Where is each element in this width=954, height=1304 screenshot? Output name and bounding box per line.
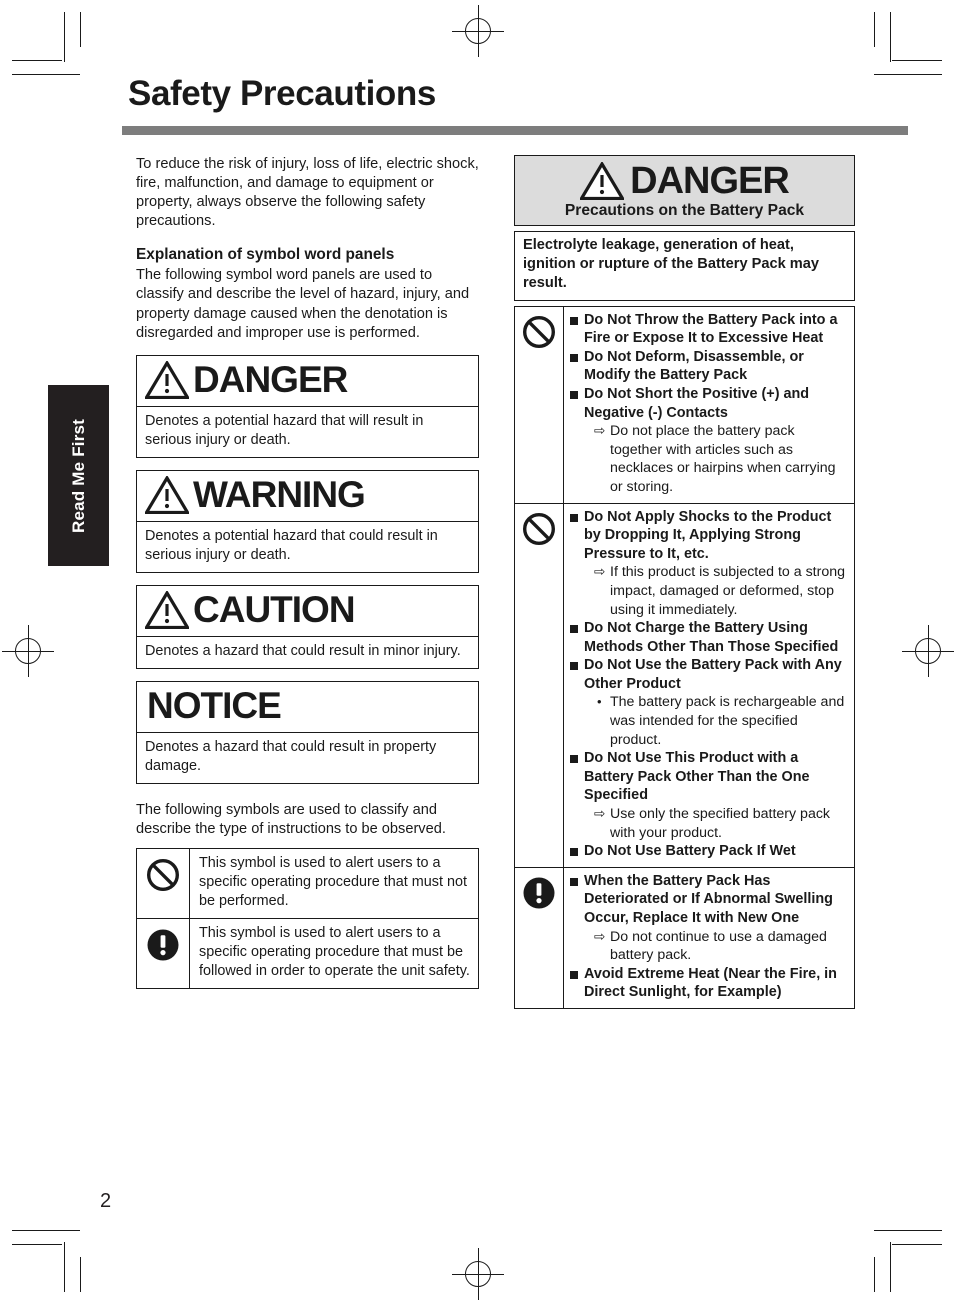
- word-panel-warning-head: WARNING: [137, 471, 478, 522]
- symbol-explanation-table: This symbol is used to alert users to a …: [136, 847, 479, 989]
- word-panel-notice: NOTICE Denotes a hazard that could resul…: [136, 680, 479, 784]
- side-tab-label: Read Me First: [68, 418, 88, 533]
- list-item-label: Do Not Use This Product with a Battery P…: [584, 750, 810, 804]
- list-item-label: Do Not Use Battery Pack If Wet: [584, 843, 796, 860]
- left-column: To reduce the risk of injury, loss of li…: [136, 155, 479, 989]
- table-row: Do Not Throw the Battery Pack into a Fir…: [514, 305, 855, 504]
- list-item-label: Do Not Throw the Battery Pack into a Fir…: [584, 311, 838, 347]
- list-item-label: Avoid Extreme Heat (Near the Fire, in Di…: [584, 965, 837, 1001]
- word-panel-danger-head: DANGER: [137, 356, 478, 407]
- danger-header-panel: DANGER Precautions on the Battery Pack: [514, 155, 855, 226]
- word-panel-danger-description: Denotes a potential hazard that will res…: [145, 412, 424, 448]
- list-item: Do Not Apply Shocks to the Product by Dr…: [570, 508, 848, 620]
- list-item-label: Do Not Apply Shocks to the Product by Dr…: [584, 508, 832, 562]
- symbol-cell-prohibition: [136, 847, 190, 919]
- danger-row-content-cell: When the Battery Pack Has Deteriorated o…: [563, 866, 855, 1009]
- word-panel-caution-head: CAUTION: [137, 586, 478, 637]
- danger-header-subtitle: Precautions on the Battery Pack: [564, 202, 805, 219]
- list-item: The battery pack is rechargeable and was…: [594, 693, 848, 749]
- list-item: Do Not Throw the Battery Pack into a Fir…: [570, 311, 848, 348]
- warning-triangle-icon: [145, 360, 189, 399]
- word-panel-caution-word: CAUTION: [193, 589, 356, 631]
- danger-subitem-list: Use only the specified battery pack with…: [584, 805, 848, 842]
- danger-row-icon-cell: [514, 305, 564, 504]
- danger-precautions-table: Do Not Throw the Battery Pack into a Fir…: [514, 305, 855, 1009]
- warning-triangle-icon: [580, 162, 625, 200]
- warning-triangle-icon: [145, 475, 189, 514]
- symbol-cell-mandatory: [136, 917, 190, 989]
- crop-mark-bottom-right: [842, 1212, 942, 1292]
- danger-subitem-list: Do not continue to use a damaged battery…: [584, 928, 848, 965]
- word-panel-notice-word: NOTICE: [147, 685, 282, 727]
- list-item-label: When the Battery Pack Has Deteriorated o…: [584, 872, 833, 927]
- prohibition-icon: [146, 858, 180, 891]
- registration-mark-bottom: [452, 1248, 504, 1300]
- prohibition-icon: [522, 315, 556, 348]
- danger-item-list: Do Not Throw the Battery Pack into a Fir…: [570, 311, 848, 497]
- word-panel-danger-word: DANGER: [193, 359, 348, 401]
- mandatory-exclamation-icon: [523, 877, 555, 909]
- table-row: Do Not Apply Shocks to the Product by Dr…: [514, 502, 855, 868]
- list-item: Do Not Short the Positive (+) and Negati…: [570, 385, 848, 497]
- danger-row-icon-cell: [514, 502, 564, 868]
- table-row: This symbol is used to alert users to a …: [136, 917, 479, 989]
- side-tab-read-me-first: Read Me First: [48, 385, 109, 566]
- section-intro-paragraph: The following symbol word panels are use…: [136, 267, 470, 341]
- danger-row-content-cell: Do Not Throw the Battery Pack into a Fir…: [563, 305, 855, 504]
- page-title: Safety Precautions: [128, 74, 436, 113]
- word-panel-caution-description: Denotes a hazard that could result in mi…: [145, 642, 461, 659]
- crop-mark-top-right: [842, 12, 942, 92]
- list-item: If this product is subjected to a strong…: [594, 563, 848, 619]
- word-panel-notice-head: NOTICE: [137, 682, 478, 733]
- registration-mark-right: [902, 625, 954, 677]
- list-item: Do not continue to use a damaged battery…: [594, 928, 848, 965]
- list-item: Do Not Use Battery Pack If Wet: [570, 842, 848, 861]
- table-row: When the Battery Pack Has Deteriorated o…: [514, 866, 855, 1009]
- word-panel-warning-description: Denotes a potential hazard that could re…: [145, 527, 438, 563]
- list-item: Do Not Deform, Disassemble, or Modify th…: [570, 348, 848, 385]
- danger-item-list: Do Not Apply Shocks to the Product by Dr…: [570, 508, 848, 861]
- list-item: Avoid Extreme Heat (Near the Fire, in Di…: [570, 965, 848, 1002]
- list-item: Do Not Use This Product with a Battery P…: [570, 749, 848, 842]
- right-column: DANGER Precautions on the Battery Pack E…: [514, 155, 855, 1009]
- page-number: 2: [100, 1190, 112, 1212]
- section-heading-symbol-panels: Explanation of symbol word panels: [136, 246, 395, 264]
- danger-subitem-list: The battery pack is rechargeable and was…: [584, 693, 848, 749]
- danger-row-content-cell: Do Not Apply Shocks to the Product by Dr…: [563, 502, 855, 868]
- word-panel-danger: DANGER Denotes a potential hazard that w…: [136, 354, 479, 458]
- crop-mark-bottom-left: [12, 1212, 112, 1292]
- registration-mark-top: [452, 5, 504, 57]
- table-row: This symbol is used to alert users to a …: [136, 847, 479, 919]
- prohibition-icon: [522, 512, 556, 545]
- word-panel-warning-word: WARNING: [193, 474, 366, 516]
- danger-subitem-list: If this product is subjected to a strong…: [584, 563, 848, 619]
- list-item: Do not place the battery pack together w…: [594, 422, 848, 496]
- list-item: Do Not Charge the Battery Using Methods …: [570, 619, 848, 656]
- danger-subitem-list: Do not place the battery pack together w…: [584, 422, 848, 496]
- word-panel-notice-description: Denotes a hazard that could result in pr…: [145, 738, 437, 774]
- word-panel-caution: CAUTION Denotes a hazard that could resu…: [136, 584, 479, 669]
- symbol-text-mandatory: This symbol is used to alert users to a …: [189, 917, 479, 989]
- list-item: Do Not Use the Battery Pack with Any Oth…: [570, 656, 848, 749]
- list-item-label: Do Not Use the Battery Pack with Any Oth…: [584, 657, 842, 692]
- title-rule: [122, 126, 908, 135]
- symbols-intro-paragraph: The following symbols are used to classi…: [136, 801, 446, 837]
- danger-row-icon-cell: [514, 866, 564, 1009]
- danger-header-row: DANGER: [521, 162, 848, 200]
- crop-mark-top-left: [12, 12, 112, 92]
- symbol-text-prohibition: This symbol is used to alert users to a …: [189, 847, 479, 919]
- list-item-label: Do Not Short the Positive (+) and Negati…: [584, 385, 810, 421]
- list-item: Use only the specified battery pack with…: [594, 805, 848, 842]
- word-panel-warning: WARNING Denotes a potential hazard that …: [136, 469, 479, 573]
- intro-paragraph: To reduce the risk of injury, loss of li…: [136, 156, 479, 230]
- mandatory-exclamation-icon: [147, 929, 179, 961]
- list-item: When the Battery Pack Has Deteriorated o…: [570, 872, 848, 965]
- registration-mark-left: [2, 625, 54, 677]
- list-item-label: Do Not Charge the Battery Using Methods …: [584, 620, 839, 655]
- list-item-label: Do Not Deform, Disassemble, or Modify th…: [584, 348, 804, 384]
- warning-triangle-icon: [145, 590, 189, 629]
- danger-item-list: When the Battery Pack Has Deteriorated o…: [570, 872, 848, 1002]
- danger-header-word: DANGER: [630, 160, 790, 202]
- danger-lead-text: Electrolyte leakage, generation of heat,…: [514, 231, 855, 301]
